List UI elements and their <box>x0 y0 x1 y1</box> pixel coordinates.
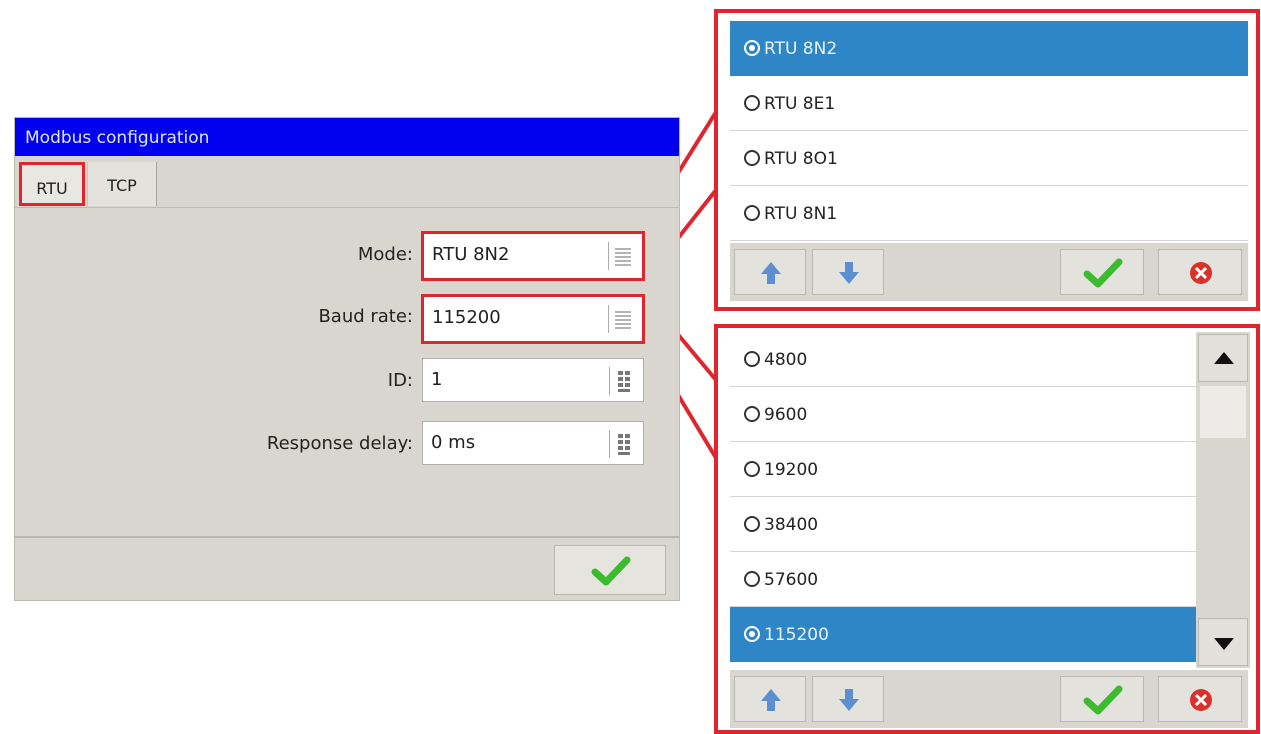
arrow-up-icon <box>761 689 781 711</box>
id-label: ID: <box>387 370 413 391</box>
check-icon <box>1083 258 1123 288</box>
response-delay-label: Response delay: <box>266 433 413 454</box>
radio-icon <box>744 351 760 367</box>
confirm-button[interactable] <box>1060 676 1144 722</box>
mode-option[interactable]: RTU 8N2 <box>730 21 1248 76</box>
baud-option[interactable]: 4800 <box>730 332 1196 387</box>
tab-rtu[interactable]: RTU <box>19 162 85 206</box>
radio-icon <box>744 150 760 166</box>
footer-divider <box>15 536 679 538</box>
option-label: RTU 8N2 <box>764 39 838 59</box>
radio-icon <box>744 205 760 221</box>
tab-tcp[interactable]: TCP <box>87 162 157 206</box>
baud-rate-field[interactable]: 115200 <box>421 294 645 344</box>
modbus-config-dialog: Modbus configuration RTU TCP Mode: RTU 8… <box>14 117 680 601</box>
arrow-up-icon <box>761 262 781 284</box>
arrow-down-icon <box>839 262 859 284</box>
mode-label: Mode: <box>357 244 413 265</box>
response-delay-value: 0 ms <box>431 432 476 453</box>
radio-icon <box>744 95 760 111</box>
baud-option[interactable]: 115200 <box>730 607 1196 662</box>
list-icon[interactable] <box>608 242 636 270</box>
popup-button-bar <box>730 243 1248 301</box>
radio-selected-icon <box>744 626 760 642</box>
mode-field[interactable]: RTU 8N2 <box>421 231 645 281</box>
confirm-button[interactable] <box>1060 249 1144 295</box>
popup-button-bar <box>730 670 1248 728</box>
option-label: RTU 8E1 <box>764 94 836 114</box>
check-icon <box>1083 685 1123 715</box>
option-label: 4800 <box>764 350 808 370</box>
radio-icon <box>744 461 760 477</box>
move-down-button[interactable] <box>812 249 884 295</box>
arrow-down-icon <box>839 689 859 711</box>
baud-rate-selection-popup: 4800 9600 19200 38400 57600 115200 <box>714 324 1260 734</box>
option-label: RTU 8N1 <box>764 204 838 224</box>
mode-value: RTU 8N2 <box>432 244 510 265</box>
move-up-button[interactable] <box>734 676 806 722</box>
dialog-title-bar: Modbus configuration <box>15 118 679 156</box>
radio-icon <box>744 516 760 532</box>
list-icon[interactable] <box>608 305 636 333</box>
option-label: 19200 <box>764 460 819 480</box>
cancel-button[interactable] <box>1158 676 1242 722</box>
ok-button[interactable] <box>554 545 666 595</box>
radio-selected-icon <box>744 40 760 56</box>
option-label: 9600 <box>764 405 808 425</box>
radio-icon <box>744 571 760 587</box>
baud-rate-label: Baud rate: <box>318 306 413 327</box>
id-field[interactable]: 1 <box>422 358 644 402</box>
cancel-button[interactable] <box>1158 249 1242 295</box>
keypad-icon[interactable] <box>609 367 637 395</box>
mode-selection-popup: RTU 8N2 RTU 8E1 RTU 8O1 RTU 8N1 <box>714 9 1260 311</box>
move-down-button[interactable] <box>812 676 884 722</box>
option-label: 57600 <box>764 570 819 590</box>
id-value: 1 <box>431 369 443 390</box>
check-icon <box>591 556 631 586</box>
mode-option[interactable]: RTU 8O1 <box>730 131 1248 186</box>
baud-option[interactable]: 9600 <box>730 387 1196 442</box>
scroll-down-button[interactable] <box>1198 618 1248 666</box>
baud-option[interactable]: 38400 <box>730 497 1196 552</box>
keypad-icon[interactable] <box>609 430 637 458</box>
mode-option[interactable]: RTU 8N1 <box>730 186 1248 241</box>
response-delay-field[interactable]: 0 ms <box>422 421 644 465</box>
scrollbar[interactable] <box>1196 332 1250 668</box>
baud-rate-value: 115200 <box>432 307 501 328</box>
option-label: 115200 <box>764 625 829 645</box>
radio-icon <box>744 406 760 422</box>
scroll-up-button[interactable] <box>1198 334 1248 382</box>
tab-strip: RTU TCP <box>15 156 679 208</box>
option-label: RTU 8O1 <box>764 149 838 169</box>
cancel-icon <box>1190 689 1212 711</box>
option-label: 38400 <box>764 515 819 535</box>
scroll-down-icon <box>1214 638 1234 650</box>
scroll-up-icon <box>1214 352 1234 364</box>
baud-option[interactable]: 19200 <box>730 442 1196 497</box>
baud-option[interactable]: 57600 <box>730 552 1196 607</box>
move-up-button[interactable] <box>734 249 806 295</box>
cancel-icon <box>1190 262 1212 284</box>
scroll-thumb[interactable] <box>1200 386 1246 438</box>
mode-option[interactable]: RTU 8E1 <box>730 76 1248 131</box>
